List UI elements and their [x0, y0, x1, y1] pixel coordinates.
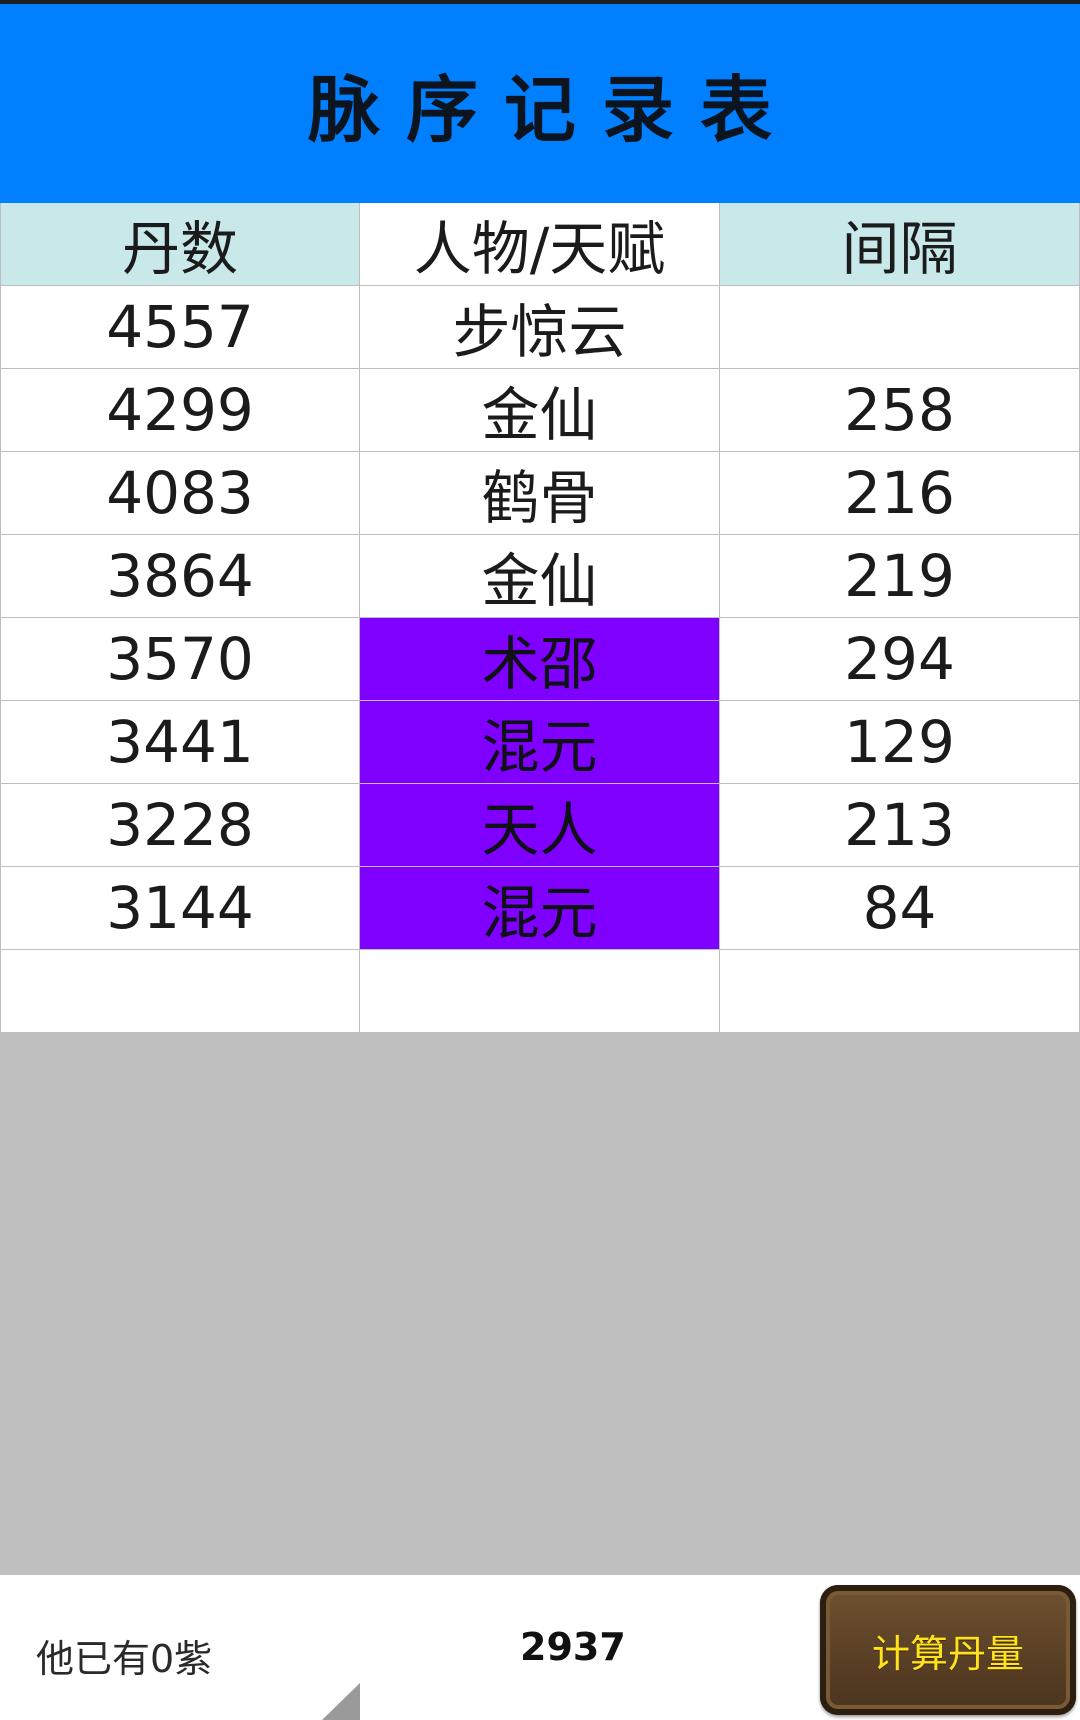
table-row: 3228 天人 213 [0, 784, 1080, 867]
cell-interval[interactable]: 216 [720, 452, 1080, 535]
table-row: 4299 金仙 258 [0, 369, 1080, 452]
table-header-row: 丹数 人物/天赋 间隔 [0, 203, 1080, 286]
dan-total-value: 2937 [520, 1625, 626, 1669]
cell-name-highlighted[interactable]: 术邵 [360, 618, 720, 701]
cell-name-highlighted[interactable]: 混元 [360, 867, 720, 950]
cell-interval[interactable]: 84 [720, 867, 1080, 950]
cell-dan[interactable]: 4083 [0, 452, 360, 535]
cell-name[interactable]: 步惊云 [360, 286, 720, 369]
resize-handle-icon[interactable] [322, 1683, 360, 1720]
column-header-name: 人物/天赋 [360, 203, 720, 286]
page-title: 脉序记录表 [307, 68, 798, 152]
table-row: 3570 术邵 294 [0, 618, 1080, 701]
table-row: 3864 金仙 219 [0, 535, 1080, 618]
column-header-interval: 间隔 [720, 203, 1080, 286]
cell-name[interactable]: 金仙 [360, 535, 720, 618]
cell-dan[interactable]: 3144 [0, 867, 360, 950]
table-row: 4557 步惊云 [0, 286, 1080, 369]
table-row: 3441 混元 129 [0, 701, 1080, 784]
cell-interval[interactable]: 219 [720, 535, 1080, 618]
cell-dan[interactable]: 3864 [0, 535, 360, 618]
cell-interval[interactable] [720, 286, 1080, 369]
cell-name[interactable] [360, 950, 720, 1033]
record-table: 丹数 人物/天赋 间隔 4557 步惊云 4299 金仙 258 4083 鹤骨… [0, 203, 1080, 1033]
cell-name-highlighted[interactable]: 天人 [360, 784, 720, 867]
app-header: 脉序记录表 [0, 4, 1080, 203]
cell-dan[interactable]: 3441 [0, 701, 360, 784]
calculate-dan-button-label: 计算丹量 [871, 1631, 1024, 1676]
purple-count-status: 他已有0紫 [36, 1637, 213, 1681]
cell-interval[interactable]: 129 [720, 701, 1080, 784]
cell-name-highlighted[interactable]: 混元 [360, 701, 720, 784]
cell-dan[interactable] [0, 950, 360, 1033]
column-header-dan: 丹数 [0, 203, 360, 286]
cell-dan[interactable]: 3570 [0, 618, 360, 701]
cell-interval[interactable] [720, 950, 1080, 1033]
calculate-dan-button[interactable]: 计算丹量 [820, 1585, 1076, 1715]
empty-content-area [0, 1032, 1080, 1575]
table-row-empty [0, 950, 1080, 1033]
cell-dan[interactable]: 3228 [0, 784, 360, 867]
cell-dan[interactable]: 4299 [0, 369, 360, 452]
cell-name[interactable]: 金仙 [360, 369, 720, 452]
table-row: 4083 鹤骨 216 [0, 452, 1080, 535]
cell-interval[interactable]: 213 [720, 784, 1080, 867]
cell-name[interactable]: 鹤骨 [360, 452, 720, 535]
cell-interval[interactable]: 258 [720, 369, 1080, 452]
cell-interval[interactable]: 294 [720, 618, 1080, 701]
table-row: 3144 混元 84 [0, 867, 1080, 950]
cell-dan[interactable]: 4557 [0, 286, 360, 369]
